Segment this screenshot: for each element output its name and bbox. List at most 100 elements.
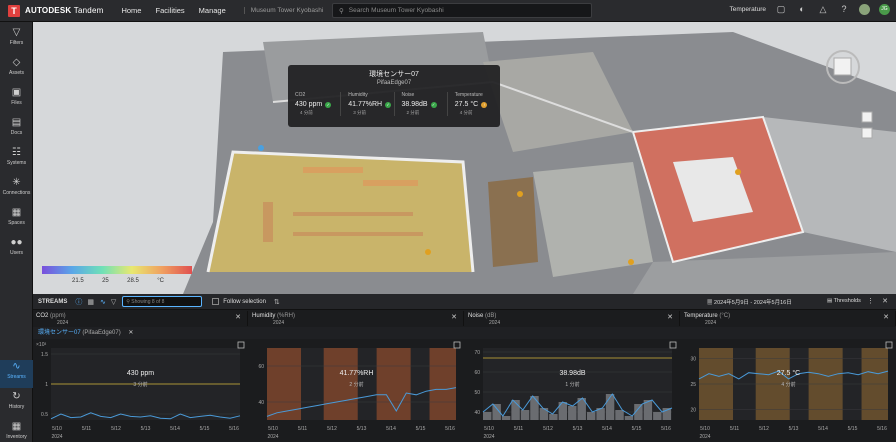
x-tick-label: 5/15: [200, 426, 210, 432]
metric-humidity: Humidity 41.77%RH ✓ 3 分前: [340, 92, 393, 116]
notification-bell-icon[interactable]: △: [817, 3, 829, 15]
noise-bar: [520, 410, 530, 420]
y-tick-label: 30: [690, 356, 696, 362]
x-tick-label: 5/16: [445, 426, 455, 432]
y-tick-label: 40: [258, 400, 264, 406]
check-icon: ✓: [325, 101, 332, 108]
help-icon[interactable]: ?: [838, 3, 850, 15]
table-view-icon[interactable]: ▦: [87, 298, 94, 306]
filter-icon[interactable]: ▽: [111, 298, 116, 306]
tandem-logo-icon[interactable]: T: [8, 4, 20, 17]
temperature-legend: 21.5 25 28.5 °C: [42, 266, 192, 290]
search-icon: ⚲: [339, 7, 344, 15]
column-year: 2024: [705, 320, 717, 326]
x-year-label: 2024: [483, 434, 494, 440]
x-tick-label: 5/10: [268, 426, 278, 432]
systems-icon: ☷: [12, 147, 21, 158]
x-year-label: 2024: [699, 434, 710, 440]
stream-sensor-name: 環境センサー07: [38, 330, 81, 336]
column-title: CO2: [36, 313, 49, 319]
brand-tandem: Tandem: [73, 6, 104, 15]
sidebar-label: History: [8, 404, 25, 410]
sidebar-item-filters[interactable]: ▽ Filters: [0, 26, 33, 54]
nav-facilities[interactable]: Facilities: [155, 6, 184, 15]
close-icon[interactable]: ✕: [128, 330, 133, 336]
x-tick-label: 5/14: [386, 426, 396, 432]
y-tick-label: 0.5: [41, 412, 48, 418]
chart-co2[interactable]: 0.5 1 1.5 ×10³ 5/10 5/11 5/12 5/13 5/14 5/15 5/16 2…: [33, 340, 248, 442]
profile-avatar[interactable]: [859, 3, 870, 15]
streams-panel: STREAMS ⓘ ▦ ∿ ▽ ⚲ Showing 8 of 8 Follow …: [33, 294, 896, 442]
sidebar-item-streams[interactable]: ∿ Streams: [0, 360, 33, 388]
bookmark-icon[interactable]: ▢: [775, 3, 787, 15]
sidebar-item-users[interactable]: ●● Users: [0, 236, 33, 264]
close-icon[interactable]: ✕: [235, 313, 241, 321]
close-icon[interactable]: ✕: [882, 297, 888, 305]
metric-label: CO2: [295, 92, 306, 98]
chart-humidity[interactable]: 40 60 5/10 5/11 5/12 5/13 5/14 5/15 5/16 2024 41.7…: [249, 340, 464, 442]
sidebar-item-connections[interactable]: ✳ Connections: [0, 176, 33, 204]
search-icon: ⚲: [126, 298, 130, 305]
check-icon: ✓: [385, 101, 392, 108]
docs-icon: ▤: [11, 117, 22, 128]
sidebar-item-history[interactable]: ↻ History: [0, 390, 33, 418]
filter-icon: ▽: [12, 27, 21, 38]
sidebar-label: Spaces: [8, 220, 25, 226]
sensor-metrics: CO2 430 ppm ✓ 4 分前 Humidity 41.77%RH ✓ 3 分…: [288, 92, 500, 116]
column-title: Noise: [468, 313, 484, 319]
theme-icon[interactable]: ◐: [796, 3, 808, 15]
thresholds-icon: ▤: [827, 298, 833, 304]
close-icon[interactable]: ✕: [451, 313, 457, 321]
streams-filter-input[interactable]: ⚲ Showing 8 of 8: [122, 296, 203, 307]
x-tick-label: 5/11: [82, 426, 92, 432]
current-time: 4 分前: [781, 382, 796, 388]
sidebar-item-files[interactable]: ▣ Files: [0, 86, 33, 114]
close-icon[interactable]: ✕: [667, 313, 673, 321]
x-tick-label: 5/10: [700, 426, 710, 432]
metric-label: Noise: [401, 92, 415, 98]
sensor-tooltip: 環境センサー07 PifaaEdge07 CO2 430 ppm ✓ 4 分前 H…: [288, 65, 500, 127]
chart-noise[interactable]: 40 50 60 70 5/10 5/11 5/12 5/13 5/14 5/15 5/16 2024…: [465, 340, 680, 442]
3d-viewport[interactable]: [33, 22, 896, 294]
sort-icon[interactable]: ⇅: [274, 298, 280, 306]
info-icon[interactable]: ⓘ: [75, 297, 82, 307]
streams-toolbar: STREAMS ⓘ ▦ ∿ ▽ ⚲ Showing 8 of 8 Follow …: [33, 294, 896, 310]
legend-gradient: [42, 266, 192, 274]
metric-time: 2 分前: [406, 110, 420, 115]
metric-label: Temperature: [454, 92, 483, 98]
metric-label: Humidity: [348, 92, 368, 98]
column-unit: (°C): [719, 313, 731, 319]
current-time: 2 分前: [349, 382, 364, 388]
nav-manage[interactable]: Manage: [199, 6, 226, 15]
chart-view-icon[interactable]: ∿: [100, 298, 106, 306]
thresholds-button[interactable]: ▤ Thresholds: [827, 298, 861, 304]
legend-tick: 25: [102, 278, 109, 284]
expand-icon: [237, 341, 245, 349]
view-selector[interactable]: Temperature: [730, 6, 767, 13]
sidebar-item-systems[interactable]: ☷ Systems: [0, 146, 33, 174]
streams-icon: ∿: [12, 361, 21, 372]
y-exponent: ×10³: [36, 342, 46, 348]
column-title: Temperature: [684, 313, 718, 319]
x-tick-label: 5/13: [573, 426, 583, 432]
user-avatar[interactable]: JG: [879, 3, 890, 15]
chart-temperature[interactable]: 20 25 30 5/10 5/11 5/12 5/13 5/14 5/15 5/16 2024 27…: [681, 340, 896, 442]
stream-sensor-row[interactable]: 環境センサー07 (PifaaEdge07) ✕: [33, 327, 896, 339]
nav-home[interactable]: Home: [121, 6, 141, 15]
noise-bar: [568, 406, 577, 420]
sidebar-item-spaces[interactable]: ▦ Spaces: [0, 206, 33, 234]
warning-icon: !: [481, 101, 488, 108]
follow-selection-checkbox[interactable]: [212, 298, 220, 305]
current-value: 27.5 °C: [776, 370, 801, 377]
chart-svg: 40605/10 5/11 5/12 5/13 5/14 5/15 5/162024: [258, 341, 461, 440]
noise-bar: [624, 416, 634, 420]
search-input[interactable]: ⚲ Search Museum Tower Kyobashi: [332, 3, 592, 18]
close-icon[interactable]: ✕: [883, 313, 889, 321]
sidebar-item-inventory[interactable]: ▦ Inventory: [0, 420, 33, 442]
sidebar-item-assets[interactable]: ◇ Assets: [0, 56, 33, 84]
left-sidebar: ▽ Filters ◇ Assets ▣ Files ▤ Docs ☷ Systems ✳…: [0, 22, 33, 442]
x-tick-label: 5/16: [877, 426, 887, 432]
sidebar-item-docs[interactable]: ▤ Docs: [0, 116, 33, 144]
date-range-picker[interactable]: ▦ 2024年5月9日 - 2024年5月16日: [707, 298, 792, 306]
more-icon[interactable]: ⋮: [867, 297, 874, 305]
